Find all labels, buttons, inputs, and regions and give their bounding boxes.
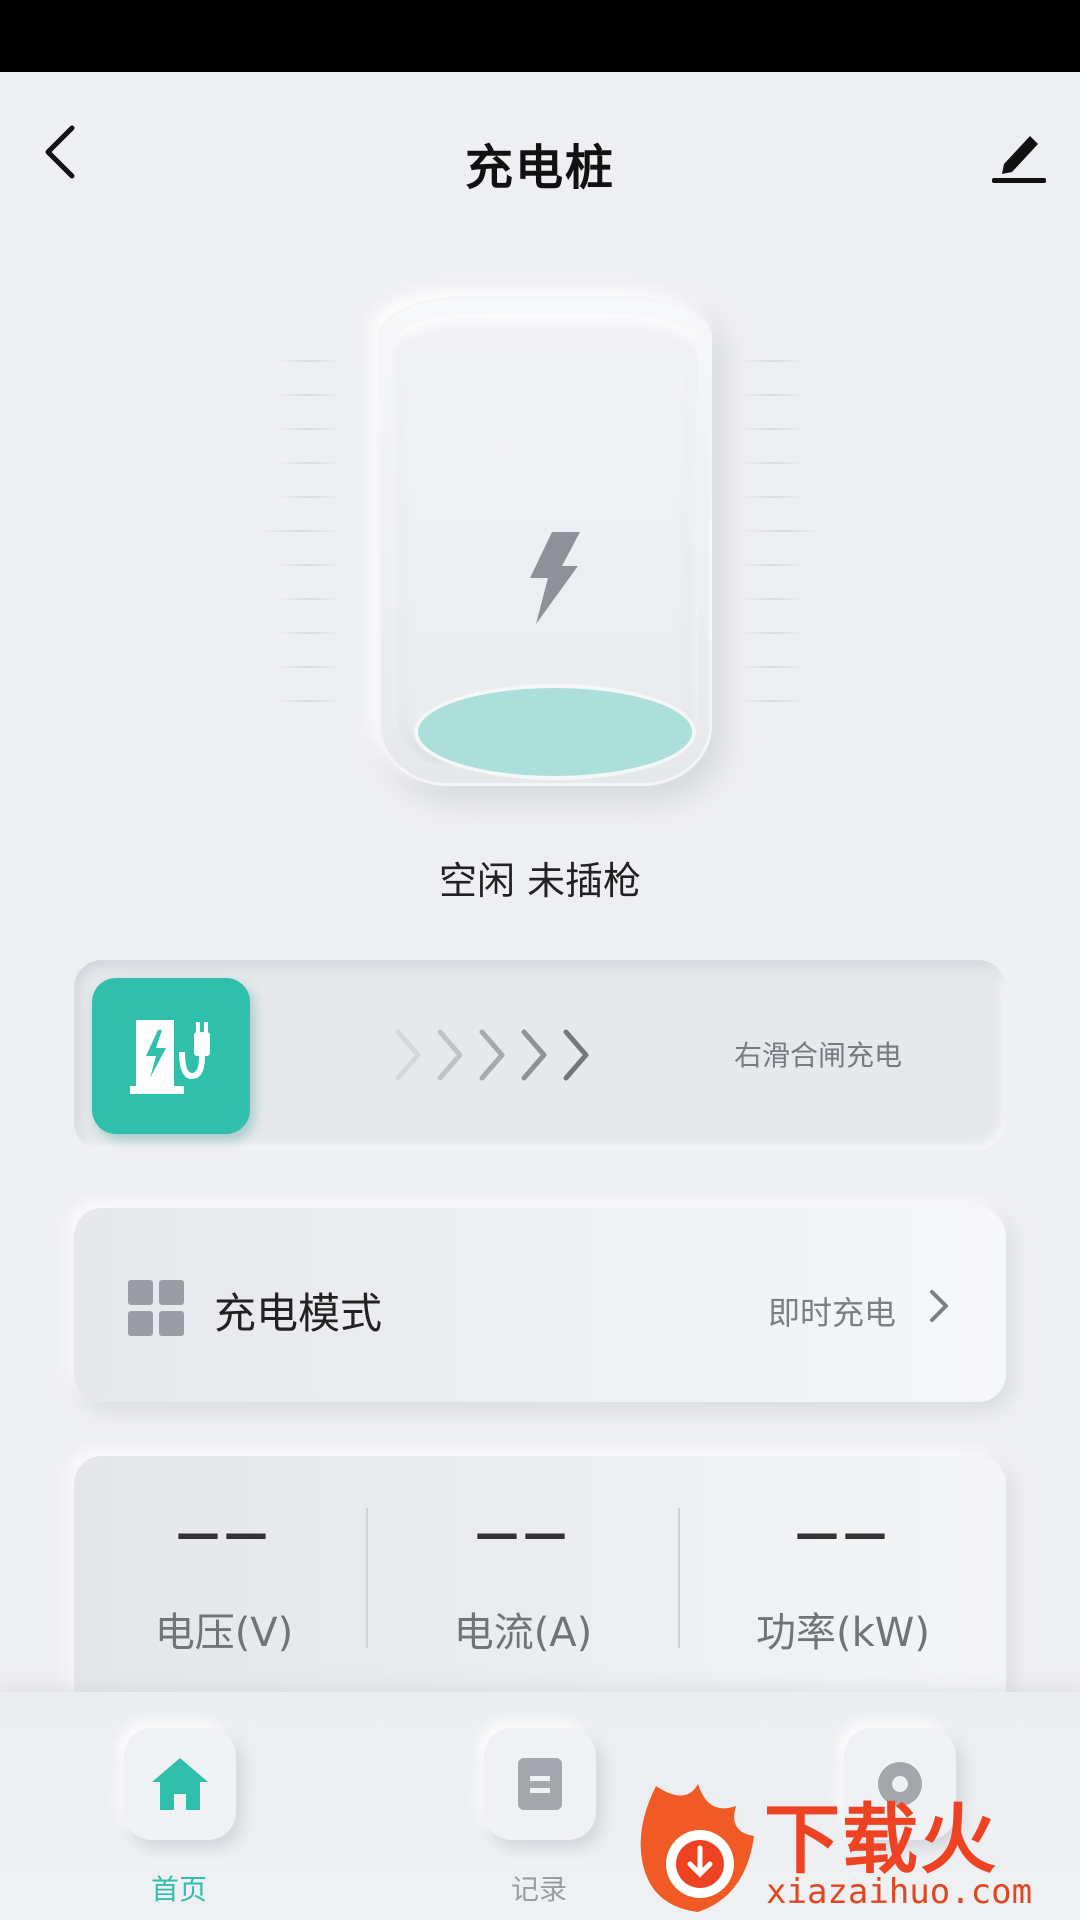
page-title: 充电桩	[464, 140, 615, 196]
nav-label: 首页	[150, 1873, 207, 1906]
gauge-tick	[742, 598, 804, 600]
slide-to-charge[interactable]: 右滑合闸充电	[74, 960, 1006, 1150]
gauge-tick	[742, 428, 804, 430]
grid-icon	[128, 1280, 184, 1336]
gauge-tick	[742, 496, 804, 498]
watermark-url: xiazaihuo.com	[766, 1872, 1033, 1912]
gauge-ticks-right	[742, 360, 832, 720]
gauge-tick	[742, 564, 804, 566]
charger-body	[392, 314, 698, 776]
nav-button[interactable]	[484, 1728, 596, 1840]
gauge-tick	[278, 632, 340, 634]
metrics-panel: —— 电压(V) —— 电流(A) —— 功率(kW)	[74, 1456, 1006, 1710]
gauge-tick	[278, 666, 340, 668]
edit-button[interactable]	[990, 124, 1048, 184]
watermark: 下载火 xiazaihuo.com	[636, 1776, 1080, 1920]
nav-item-records[interactable]: 记录	[474, 1728, 604, 1908]
gauge-ticks-left	[250, 360, 340, 720]
chevron-right-icon	[930, 1290, 948, 1322]
gauge-tick	[260, 530, 340, 532]
edit-icon	[992, 136, 1046, 183]
metric-voltage: —— 电压(V)	[74, 1456, 374, 1710]
metric-label: 电流(A)	[453, 1610, 593, 1656]
charging-mode-label: 充电模式	[214, 1289, 383, 1338]
nav-item-home[interactable]: 首页	[114, 1728, 244, 1908]
metric-power: —— 功率(kW)	[680, 1456, 1006, 1710]
gauge-tick	[742, 700, 804, 702]
metric-value: ——	[475, 1508, 571, 1559]
charging-mode-value: 即时充电	[767, 1294, 896, 1332]
gauge-tick	[742, 462, 804, 464]
nav-label: 记录	[510, 1873, 567, 1906]
charging-mode-row[interactable]: 充电模式 即时充电	[74, 1208, 1006, 1402]
metric-current: —— 电流(A)	[368, 1456, 678, 1710]
metric-value: ——	[176, 1508, 272, 1559]
status-bar	[0, 0, 1080, 72]
slide-hint: 右滑合闸充电	[734, 1039, 903, 1072]
gauge-tick	[278, 462, 340, 464]
metric-label: 电压(V)	[154, 1610, 294, 1656]
charger-illustration	[378, 296, 712, 786]
gauge-tick	[278, 394, 340, 396]
gauge-tick	[278, 700, 340, 702]
header: 充电桩	[0, 72, 1080, 242]
gauge-tick	[742, 360, 804, 362]
slide-handle[interactable]	[92, 978, 250, 1134]
charger-glow-base	[418, 688, 692, 776]
slide-arrows-icon	[395, 1029, 589, 1081]
flame-logo-icon	[640, 1784, 754, 1912]
gauge-tick	[278, 360, 340, 362]
charger-status: 空闲 未插枪	[438, 859, 642, 903]
nav-button[interactable]	[124, 1728, 236, 1840]
gauge-tick	[278, 564, 340, 566]
metric-value: ——	[795, 1508, 891, 1559]
gauge-tick	[278, 428, 340, 430]
gauge-tick	[742, 530, 822, 532]
gauge-tick	[742, 394, 804, 396]
charging-plug-icon	[130, 1020, 210, 1094]
gauge-tick	[742, 666, 804, 668]
gauge-tick	[278, 598, 340, 600]
record-icon	[518, 1758, 562, 1810]
gauge-tick	[742, 632, 804, 634]
gauge-tick	[278, 496, 340, 498]
lightning-bolt-icon	[530, 532, 580, 624]
home-icon	[152, 1758, 208, 1810]
metric-label: 功率(kW)	[756, 1610, 930, 1656]
